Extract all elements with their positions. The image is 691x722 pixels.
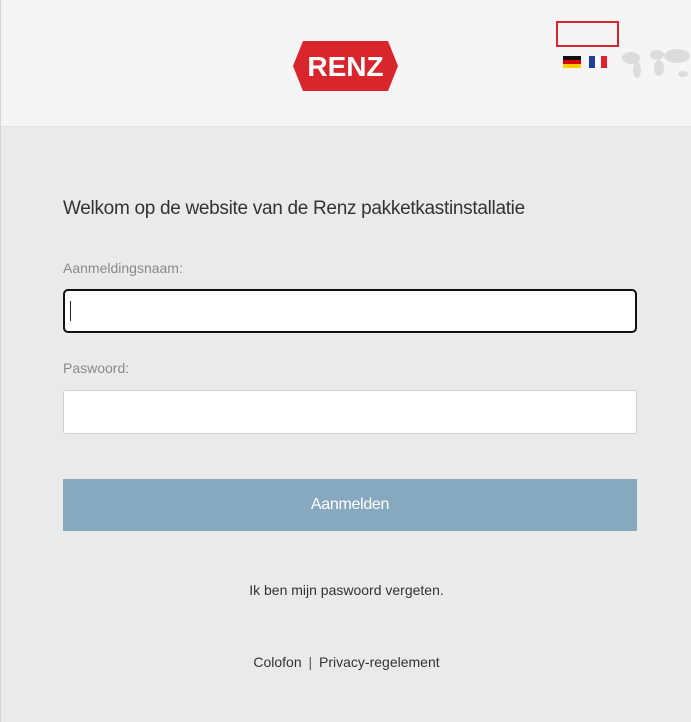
colofon-link[interactable]: Colofon bbox=[253, 654, 301, 670]
world-map-icon bbox=[622, 49, 690, 78]
welcome-heading: Welkom op de website van de Renz pakketk… bbox=[63, 198, 525, 219]
password-label: Paswoord: bbox=[63, 360, 130, 376]
username-label: Aanmeldingsnaam: bbox=[63, 260, 183, 276]
forgot-password-link[interactable]: Ik ben mijn paswoord vergeten. bbox=[1, 582, 691, 598]
logo-text: RENZ bbox=[307, 51, 383, 82]
german-flag-icon[interactable] bbox=[563, 56, 581, 68]
page-frame: RENZ Welkom op de website van de Renz pa… bbox=[0, 0, 691, 722]
footer-links: Colofon | Privacy-regelement bbox=[1, 654, 691, 670]
link-separator: | bbox=[308, 654, 313, 670]
privacy-link[interactable]: Privacy-regelement bbox=[319, 654, 440, 670]
login-button[interactable]: Aanmelden bbox=[63, 479, 637, 531]
username-input[interactable] bbox=[63, 289, 637, 333]
login-panel: Welkom op de website van de Renz pakketk… bbox=[1, 127, 691, 722]
text-caret bbox=[70, 301, 71, 321]
language-highlight-box bbox=[556, 21, 619, 47]
french-flag-icon[interactable] bbox=[589, 56, 607, 68]
renz-logo: RENZ bbox=[293, 41, 398, 91]
password-input[interactable] bbox=[63, 390, 637, 434]
header: RENZ bbox=[1, 0, 691, 127]
